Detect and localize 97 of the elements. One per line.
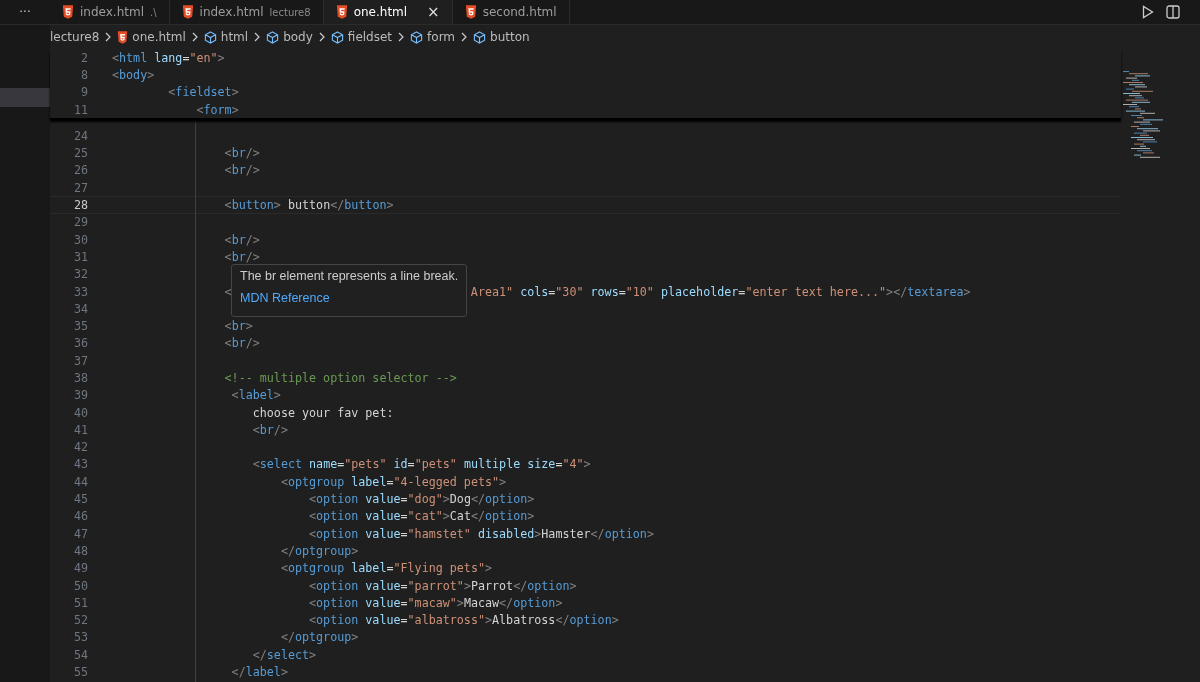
- line-number: 28: [72, 198, 88, 212]
- code-line: <label>: [230, 388, 281, 403]
- split-editor-icon[interactable]: [1166, 5, 1180, 19]
- breadcrumb-item[interactable]: html: [203, 30, 249, 44]
- code-line: <option value="macaw">Macaw</option>: [308, 595, 563, 610]
- line-number: 50: [72, 578, 88, 593]
- code-line: <select name="pets" id="pets" multiple size="4">: [251, 457, 591, 472]
- line-number: 47: [72, 526, 88, 541]
- html-file-icon: [117, 30, 129, 44]
- code-line: <br/>: [223, 232, 260, 247]
- line-number: 46: [72, 509, 88, 524]
- line-number: 44: [72, 474, 88, 489]
- close-icon[interactable]: ×: [427, 3, 440, 21]
- code-line: <option value="albatross">Albatross</option>: [308, 613, 619, 628]
- line-number: 24: [72, 128, 88, 143]
- line-number: 51: [72, 595, 88, 610]
- line-number: 42: [72, 440, 88, 455]
- tooltip-text: The br element represents a line break.: [240, 269, 459, 284]
- line-number: 55: [72, 665, 88, 680]
- line-number: 52: [72, 613, 88, 628]
- html-file-icon: [181, 5, 194, 19]
- code-line: </select>: [251, 647, 317, 662]
- code-line: <: [223, 284, 232, 299]
- cube-icon: [266, 30, 280, 44]
- line-number: 37: [72, 353, 88, 368]
- chevron-icon: [398, 32, 405, 42]
- breadcrumb-item[interactable]: button: [473, 30, 530, 44]
- line-number: 29: [72, 215, 88, 230]
- line-number: 54: [72, 647, 88, 662]
- breadcrumb-item[interactable]: fieldset: [330, 30, 393, 44]
- code-line: <optgroup label="Flying pets">: [279, 561, 493, 576]
- line-number: 34: [72, 301, 88, 316]
- code-line: <br/>: [223, 146, 260, 161]
- line-number: 49: [72, 561, 88, 576]
- code-line: <body>: [112, 67, 155, 82]
- run-icon[interactable]: [1142, 5, 1154, 19]
- line-number: 27: [72, 180, 88, 195]
- line-number: 38: [72, 371, 88, 385]
- code-line: <option value="parrot">Parrot</option>: [308, 578, 577, 593]
- cube-icon: [410, 30, 424, 44]
- code-line: <br/>: [251, 422, 288, 437]
- breadcrumb-item[interactable]: one.html: [117, 30, 186, 44]
- code-line: <option value="dog">Dog</option>: [308, 492, 535, 507]
- code-line: <option value="cat">Cat</option>: [308, 509, 535, 524]
- sidebar-item-highlight: [0, 88, 50, 107]
- code-line: <fieldset>: [167, 85, 239, 100]
- code-line: </optgroup>: [279, 630, 359, 645]
- chevron-icon: [254, 32, 261, 42]
- line-number: 33: [72, 284, 88, 299]
- line-number: 31: [72, 249, 88, 264]
- code-line: <br/>: [223, 249, 260, 264]
- code-line: <br>: [223, 319, 253, 334]
- line-number: 30: [72, 232, 88, 247]
- cube-icon: [203, 30, 217, 44]
- html-file-icon: [335, 5, 348, 19]
- line-number: 41: [72, 422, 88, 437]
- chevron-icon: [105, 32, 112, 42]
- line-number: 9: [79, 85, 88, 100]
- line-number: 25: [72, 146, 88, 161]
- breadcrumb-item[interactable]: body: [266, 30, 313, 44]
- code-line: <form>: [195, 102, 239, 117]
- chevron-icon: [318, 32, 325, 42]
- line-number: 35: [72, 319, 88, 334]
- editor-tab[interactable]: one.html ×: [323, 0, 453, 24]
- html-file-icon: [62, 5, 74, 19]
- line-number: 36: [72, 336, 88, 351]
- code-line: <br/>: [223, 163, 260, 178]
- code-line: <option value="hamstet" disabled>Hamster</option>: [308, 526, 654, 541]
- code-line: </label>: [230, 665, 288, 680]
- line-number: 11: [72, 102, 88, 117]
- mdn-reference-link[interactable]: MDN Reference: [240, 291, 330, 306]
- cube-icon: [473, 30, 487, 44]
- line-number: 2: [79, 50, 88, 65]
- code-line: <br/>: [223, 336, 260, 351]
- html-file-icon: [464, 5, 477, 19]
- line-number: 32: [72, 267, 88, 282]
- cube-icon: [330, 30, 344, 44]
- line-number: 40: [72, 405, 88, 420]
- line-number: 8: [79, 67, 88, 82]
- code-line: <html lang="en">: [112, 50, 225, 65]
- code-line: </optgroup>: [279, 543, 359, 558]
- line-number: 48: [72, 543, 88, 558]
- breadcrumb-item[interactable]: form: [410, 30, 456, 44]
- line-number: 26: [72, 163, 88, 178]
- line-number: 45: [72, 492, 88, 507]
- more-actions[interactable]: ···: [19, 5, 31, 19]
- line-number: 43: [72, 457, 88, 472]
- code-line: <button> button</button>: [223, 198, 394, 212]
- chevron-icon: [191, 32, 198, 42]
- code-line: choose your fav pet:: [251, 405, 394, 420]
- chevron-icon: [461, 32, 468, 42]
- line-number: 39: [72, 388, 88, 403]
- code-line: <!-- multiple option selector -->: [223, 371, 457, 385]
- line-number: 53: [72, 630, 88, 645]
- breadcrumb-item[interactable]: lecture8: [50, 30, 100, 44]
- code-line: <optgroup label="4-legged pets">: [279, 474, 507, 489]
- code-line: Area1" cols="30" rows="10" placeholder="enter text here..."></textarea>: [470, 284, 971, 299]
